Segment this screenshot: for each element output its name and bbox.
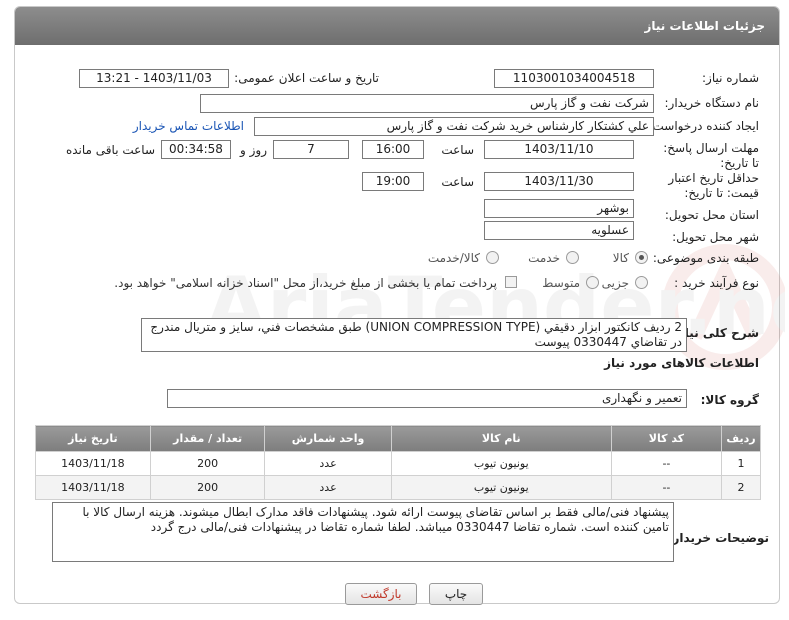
col-code: کد کالا [610,425,723,452]
cell-code: -- [610,451,723,476]
cell-unit: عدد [264,451,392,476]
cell-date: 1403/11/18 [35,475,151,500]
announce-datetime-field[interactable]: 1403/11/03 - 13:21 [79,69,229,88]
requester-label: ایجاد کننده درخواست: [648,119,759,133]
goods-table: ردیف کد کالا نام کالا واحد شمارش تعداد /… [35,425,761,500]
days-field[interactable]: 7 [273,140,349,159]
cell-unit: عدد [264,475,392,500]
cell-code: -- [610,475,723,500]
category-label: طبقه بندی موضوعی: [652,251,759,265]
buyer-org-field[interactable]: شرکت نفت و گاز پارس [200,94,654,113]
price-validity-label: حداقل تاریخ اعتبار قیمت: تا تاریخ: [668,171,759,200]
goods-table-header: ردیف کد کالا نام کالا واحد شمارش تعداد /… [35,425,761,452]
buyer-notes-label: توضیحات خریدار: [667,531,769,545]
category-radio-goods-service[interactable] [486,251,499,264]
remaining-time-field[interactable]: 00:34:58 [161,140,231,159]
days-label: روز و [240,143,267,157]
city-label: شهر محل تحویل: [672,230,759,244]
col-name: نام کالا [390,425,612,452]
validity-time-field[interactable]: 19:00 [362,172,424,191]
panel-title: جزئیات اطلاعات نیاز [15,7,779,45]
col-row: ردیف [721,425,761,452]
cell-qty: 200 [149,451,266,476]
cell-name: یونیون تیوب [390,475,612,500]
col-qty: تعداد / مقدار [149,425,266,452]
category-option-goods-service: کالا/خدمت [427,251,480,265]
deadline-time-label: ساعت [441,143,474,157]
table-row[interactable]: 2 -- یونیون تیوب عدد 200 1403/11/18 [35,475,761,500]
announce-datetime-label: تاریخ و ساعت اعلان عمومی: [234,71,379,85]
need-details-panel: جزئیات اطلاعات نیاز AriaTender.neT شماره… [14,6,785,605]
back-button[interactable]: بازگشت [345,583,417,605]
process-radio-medium[interactable] [586,276,599,289]
buyer-notes-field[interactable]: پیشنهاد فنی/مالی فقط بر اساس تقاضای پیوس… [52,502,674,562]
process-type-label: نوع فرآیند خرید : [674,276,759,290]
requester-field[interactable]: علي كشتكار كارشناس خريد شركت نفت و گاز پ… [254,117,654,136]
deadline-label: مهلت ارسال پاسخ: تا تاریخ: [663,141,759,170]
col-date: تاریخ نیاز [35,425,151,452]
col-unit: واحد شمارش [264,425,392,452]
validity-date-field[interactable]: 1403/11/30 [484,172,634,191]
province-field[interactable]: بوشهر [484,199,634,218]
category-option-goods: کالا [612,251,629,265]
category-radio-service[interactable] [566,251,579,264]
need-number-label: شماره نیاز: [702,71,759,85]
cell-row: 2 [721,475,761,500]
print-button[interactable]: چاپ [429,583,483,605]
cell-date: 1403/11/18 [35,451,151,476]
description-field[interactable]: 2 رديف كانكتور ابزار دقيقي (UNION COMPRE… [141,318,687,352]
table-row[interactable]: 1 -- یونیون تیوب عدد 200 1403/11/18 [35,451,761,476]
city-field[interactable]: عسلویه [484,221,634,240]
treasury-payment-checkbox[interactable] [505,276,517,288]
category-option-service: خدمت [528,251,560,265]
cell-name: یونیون تیوب [390,451,612,476]
goods-info-title: اطلاعات کالاهای مورد نیاز [604,356,759,370]
process-radio-minor[interactable] [635,276,648,289]
process-option-minor: جزیی [601,276,629,290]
buyer-org-label: نام دستگاه خریدار: [664,96,760,110]
cell-row: 1 [721,451,761,476]
goods-group-field[interactable]: تعمیر و نگهداری [167,389,687,408]
cell-qty: 200 [149,475,266,500]
category-radio-goods[interactable] [635,251,648,264]
process-option-medium: متوسط [542,276,580,290]
buyer-contact-link[interactable]: اطلاعات تماس خریدار [133,119,244,133]
validity-time-label: ساعت [441,175,474,189]
treasury-payment-note: پرداخت تمام یا بخشی از مبلغ خرید،از محل … [114,276,497,290]
deadline-time-field[interactable]: 16:00 [362,140,424,159]
remaining-time-label: ساعت باقی مانده [65,143,155,157]
deadline-date-field[interactable]: 1403/11/10 [484,140,634,159]
need-number-field[interactable]: 1103001034004518 [494,69,654,88]
goods-group-label: گروه کالا: [700,393,759,407]
province-label: استان محل تحویل: [664,208,759,222]
